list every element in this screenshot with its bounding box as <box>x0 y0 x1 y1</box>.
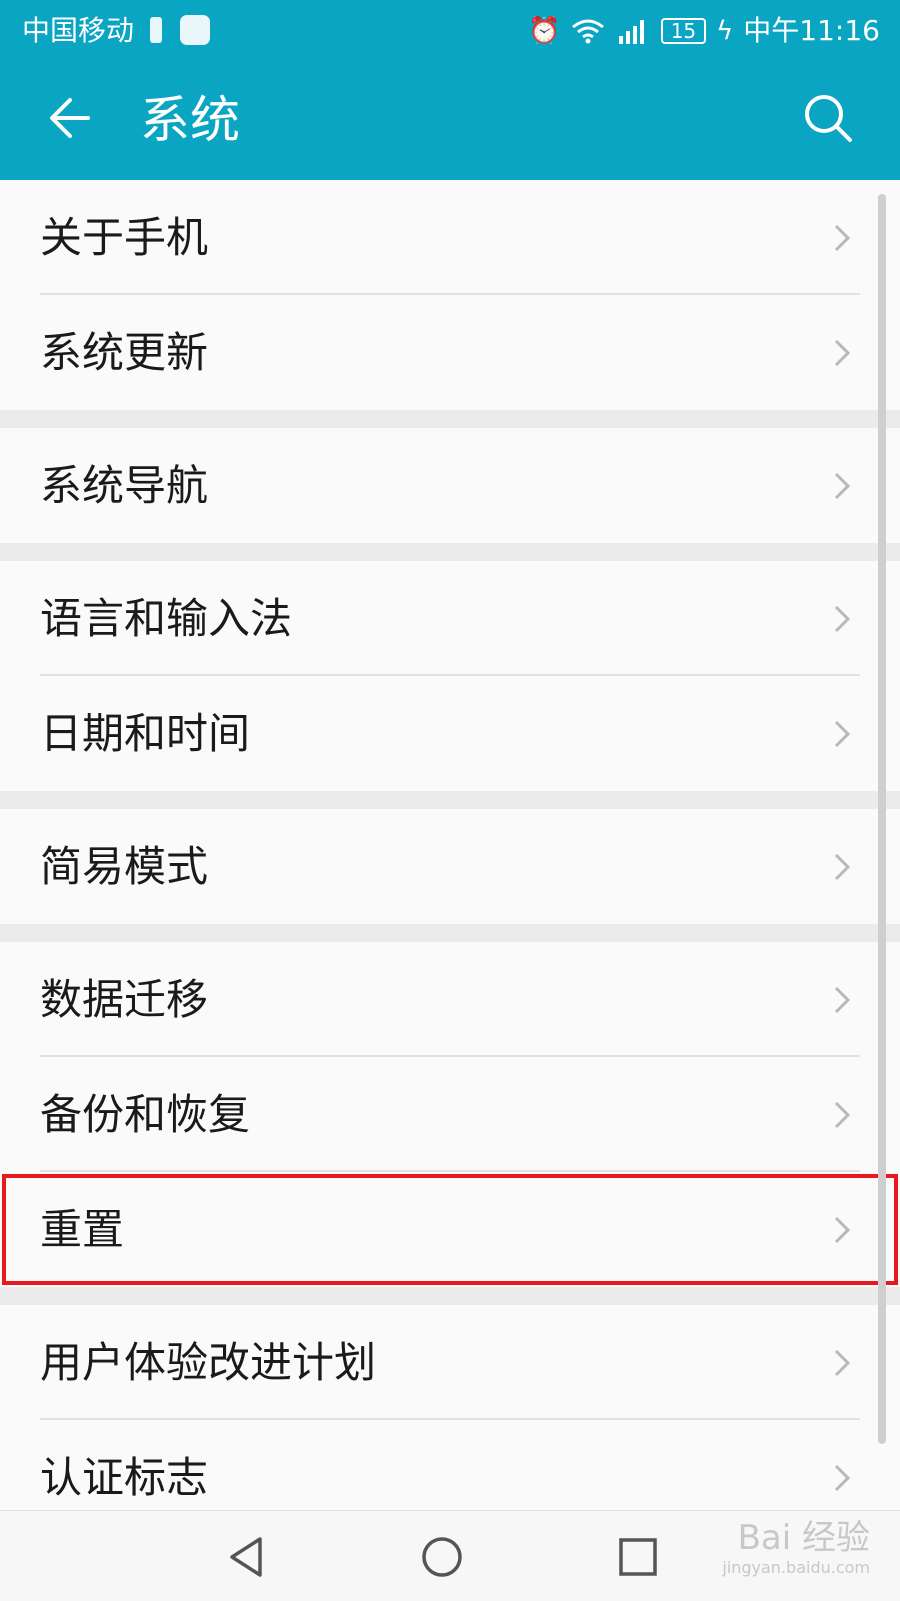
baidu-watermark: Bai 经验 jingyan.baidu.com <box>722 1518 870 1578</box>
settings-item-label: 用户体验改进计划 <box>40 1338 377 1387</box>
settings-group: 简易模式 <box>0 809 900 924</box>
4g-signal-icon <box>618 20 644 44</box>
home-circle-icon[interactable] <box>418 1533 466 1581</box>
chevron-right-icon <box>834 986 851 1014</box>
settings-item-reset[interactable]: 重置 <box>0 1172 900 1287</box>
watermark-url: jingyan.baidu.com <box>722 1558 870 1577</box>
settings-group: 系统导航 <box>0 428 900 543</box>
wifi-icon <box>571 19 604 44</box>
chevron-right-icon <box>834 720 851 748</box>
settings-item-label: 数据迁移 <box>40 975 209 1024</box>
settings-item-label: 系统更新 <box>40 328 209 377</box>
scrollbar[interactable] <box>878 194 886 1444</box>
video-app-icon <box>180 15 210 45</box>
status-bar: 中国移动 ⏰ 15 ϟ 中午11:16 <box>0 0 900 62</box>
settings-item-label: 关于手机 <box>40 213 209 262</box>
settings-group: 关于手机 系统更新 <box>0 180 900 410</box>
settings-item-label: 认证标志 <box>40 1453 209 1502</box>
settings-item-label: 简易模式 <box>40 842 209 891</box>
settings-list: 关于手机 系统更新 系统导航 语言和输入法 日期和时间 简易模式 数据迁移 备份… <box>0 180 900 1510</box>
charging-icon: ϟ <box>716 16 734 46</box>
settings-item-backup-restore[interactable]: 备份和恢复 <box>0 1057 900 1172</box>
settings-item-system-navigation[interactable]: 系统导航 <box>0 428 900 543</box>
chevron-right-icon <box>834 1216 851 1244</box>
settings-item-certification[interactable]: 认证标志 <box>0 1420 900 1510</box>
alarm-icon: ⏰ <box>528 16 561 46</box>
chevron-right-icon <box>834 853 851 881</box>
chevron-right-icon <box>834 224 851 252</box>
search-icon[interactable] <box>798 88 858 148</box>
chevron-right-icon <box>834 1464 851 1492</box>
carrier-name: 中国移动 <box>22 14 135 47</box>
settings-group: 语言和输入法 日期和时间 <box>0 561 900 791</box>
back-arrow-icon[interactable] <box>40 88 100 148</box>
page-title: 系统 <box>140 91 240 149</box>
recents-square-icon[interactable] <box>614 1533 662 1581</box>
settings-group: 用户体验改进计划 认证标志 <box>0 1305 900 1510</box>
chevron-right-icon <box>834 339 851 367</box>
settings-item-label: 备份和恢复 <box>40 1090 251 1139</box>
settings-item-label: 系统导航 <box>40 461 209 510</box>
clock: 中午11:16 <box>743 14 880 47</box>
chevron-right-icon <box>834 1101 851 1129</box>
settings-item-label: 日期和时间 <box>40 709 251 758</box>
settings-item-system-update[interactable]: 系统更新 <box>0 295 900 410</box>
settings-item-data-migration[interactable]: 数据迁移 <box>0 942 900 1057</box>
chevron-right-icon <box>834 472 851 500</box>
settings-item-language-input[interactable]: 语言和输入法 <box>0 561 900 676</box>
battery-indicator: 15 <box>660 18 707 44</box>
back-triangle-icon[interactable] <box>222 1533 270 1581</box>
settings-item-about-phone[interactable]: 关于手机 <box>0 180 900 295</box>
settings-group: 数据迁移 备份和恢复 重置 <box>0 942 900 1287</box>
settings-item-date-time[interactable]: 日期和时间 <box>0 676 900 791</box>
settings-item-user-experience[interactable]: 用户体验改进计划 <box>0 1305 900 1420</box>
settings-item-simple-mode[interactable]: 简易模式 <box>0 809 900 924</box>
chevron-right-icon <box>834 1349 851 1377</box>
app-bar: 系统 <box>0 62 900 180</box>
settings-item-label: 语言和输入法 <box>40 594 293 643</box>
settings-item-label: 重置 <box>40 1205 125 1254</box>
chevron-right-icon <box>834 605 851 633</box>
battery-saver-icon <box>150 17 162 43</box>
watermark-brand: Bai 经验 <box>737 1518 870 1558</box>
